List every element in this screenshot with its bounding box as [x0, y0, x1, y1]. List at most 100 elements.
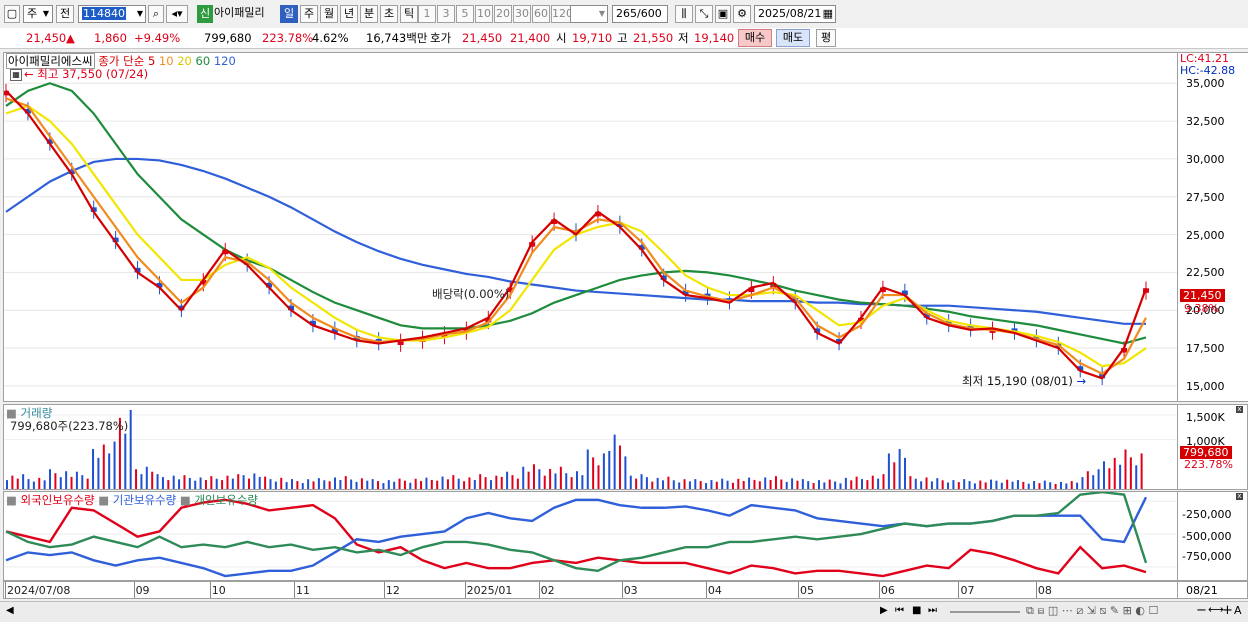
zoom-in-icon[interactable]: +: [1222, 603, 1233, 618]
period-tab-4[interactable]: 분: [360, 5, 378, 23]
volume-bar: [731, 482, 734, 489]
date-input[interactable]: 2025/08/21 ▦: [754, 5, 836, 23]
credit-badge[interactable]: 신: [197, 5, 213, 23]
grid-icon[interactable]: ▦: [10, 69, 22, 81]
sell-button[interactable]: 매도: [776, 29, 810, 47]
font-size-icon[interactable]: A: [1234, 604, 1242, 617]
volume-bar: [968, 481, 971, 489]
price-chart[interactable]: 아이패밀리에스씨 종가 단순 5 10 20 60 120 ▦ ← 최고 37,…: [3, 52, 1178, 402]
x-tick-label: 11: [296, 584, 310, 597]
eval-button[interactable]: 평: [816, 29, 836, 47]
interval-button-60[interactable]: 60: [532, 5, 550, 23]
volume-bar: [135, 469, 138, 489]
period-tab-6[interactable]: 틱: [400, 5, 418, 23]
speaker-icon[interactable]: ◂▾: [166, 5, 188, 23]
high-value: 21,550: [633, 31, 674, 45]
volume-bar: [581, 475, 584, 489]
volume-bar: [984, 482, 987, 489]
x-tick-mark: [383, 582, 385, 598]
crosshair-icon[interactable]: ⤡: [695, 5, 713, 23]
calendar-icon: ▦: [822, 7, 833, 20]
stop-icon[interactable]: ■: [912, 605, 921, 616]
market-select[interactable]: 주 ▼: [23, 5, 53, 23]
x-tick-mark: [5, 582, 6, 598]
window-icon[interactable]: ▢: [4, 5, 20, 23]
volume-bar: [350, 479, 353, 489]
interval-button-10[interactable]: 10: [475, 5, 493, 23]
volume-bar: [645, 477, 648, 489]
interval-button-3[interactable]: 3: [437, 5, 455, 23]
x-axis: 2024/07/08 09 10 11 12 2025/01 02 03 04 05 06 07 08: [3, 581, 1178, 599]
volume-bar: [887, 453, 890, 489]
low-value: 19,140: [694, 31, 735, 45]
gear-icon[interactable]: ⚙: [733, 5, 751, 23]
buy-button[interactable]: 매수: [738, 29, 772, 47]
volume-bar: [721, 478, 724, 489]
volume-bar: [495, 475, 498, 489]
volume-bar: [651, 481, 654, 489]
volume-canvas: [4, 409, 1177, 489]
period-tab-0[interactable]: 일: [280, 5, 298, 23]
volume-panel[interactable]: ■ 거래량 799,680주(223.78%): [3, 404, 1178, 490]
volume-bar: [592, 457, 595, 489]
volume-bar: [565, 473, 568, 489]
code-input[interactable]: 114840 ▼: [78, 5, 146, 23]
bid-value: 21,400: [510, 31, 551, 45]
volume-bar: [420, 481, 423, 489]
volume-bar: [172, 475, 175, 489]
volume-bar: [1113, 457, 1116, 489]
x-tick-mark: [294, 582, 295, 598]
low-note-text: 최저 15,190 (08/01): [962, 374, 1073, 388]
volume-bar: [1140, 453, 1143, 489]
scroll-left-icon[interactable]: ◀: [6, 605, 14, 616]
prev-button[interactable]: 전: [56, 5, 74, 23]
change-value: 1,860: [94, 31, 127, 45]
save-icon[interactable]: ▣: [715, 5, 731, 23]
zoom-slider[interactable]: [950, 611, 1020, 613]
volume-bar: [194, 480, 197, 489]
period-tab-1[interactable]: 주: [300, 5, 318, 23]
candle-icon[interactable]: ⫼: [675, 5, 693, 23]
search-icon[interactable]: ⌕: [148, 5, 164, 23]
volume-bar: [774, 476, 777, 489]
volume-bar: [360, 478, 363, 489]
period-tab-5[interactable]: 초: [380, 5, 398, 23]
volume-bar: [65, 471, 68, 489]
draw-tools-icon[interactable]: ⧉ ⧈ ◫ ⋯ ⧄ ⇲ ⧅ ✎ ⊞ ◐ ☐: [1026, 604, 1158, 618]
close-icon[interactable]: x: [1236, 493, 1243, 500]
period-tab-3[interactable]: 년: [340, 5, 358, 23]
interval-button-1[interactable]: 1: [418, 5, 436, 23]
ma-60-label: 60: [195, 54, 211, 68]
interval-button-30[interactable]: 30: [513, 5, 531, 23]
period-tab-2[interactable]: 월: [320, 5, 338, 23]
stock-name: 아이패밀리: [214, 6, 265, 19]
volume-bar: [457, 478, 460, 489]
volume-bar: [377, 481, 380, 489]
volume-bar: [1065, 483, 1068, 489]
volume-bar: [904, 457, 907, 489]
volume-bar: [656, 477, 659, 489]
volume-bar: [1070, 481, 1073, 489]
dividend-note: 배당락(0.00%): [432, 287, 510, 301]
high-label: 고: [617, 31, 628, 45]
count-input[interactable]: 265/600: [612, 5, 668, 23]
interval-button-5[interactable]: 5: [456, 5, 474, 23]
scroll-bar[interactable]: ◀ ▶ ⏮ ■ ⏭ ⧉ ⧈ ◫ ⋯ ⧄ ⇲ ⧅ ✎ ⊞ ◐ ☐ − ⟷ + A: [0, 601, 1248, 622]
holdings-panel[interactable]: ■ 외국인보유수량 ■ 기관보유수량 ■ 개인보유수량: [3, 491, 1178, 581]
volume-bar: [909, 476, 912, 489]
ma-120-label: 120: [213, 54, 236, 68]
volume-bar: [463, 481, 466, 489]
forward-icon[interactable]: ⏭: [928, 605, 937, 616]
volume-bar: [1043, 480, 1046, 489]
close-icon[interactable]: x: [1236, 406, 1243, 413]
zoom-out-icon[interactable]: −: [1196, 603, 1207, 618]
volume-bar: [247, 478, 250, 489]
scroll-right-icon[interactable]: ▶: [880, 605, 888, 616]
volume-bar: [393, 481, 396, 489]
volume-bar: [1076, 482, 1079, 489]
rewind-icon[interactable]: ⏮: [895, 605, 904, 616]
price-tick-3: 27,500: [1186, 190, 1225, 204]
volume-bar: [737, 478, 740, 489]
interval-button-20[interactable]: 20: [494, 5, 512, 23]
interval-select[interactable]: ▼: [570, 5, 608, 23]
